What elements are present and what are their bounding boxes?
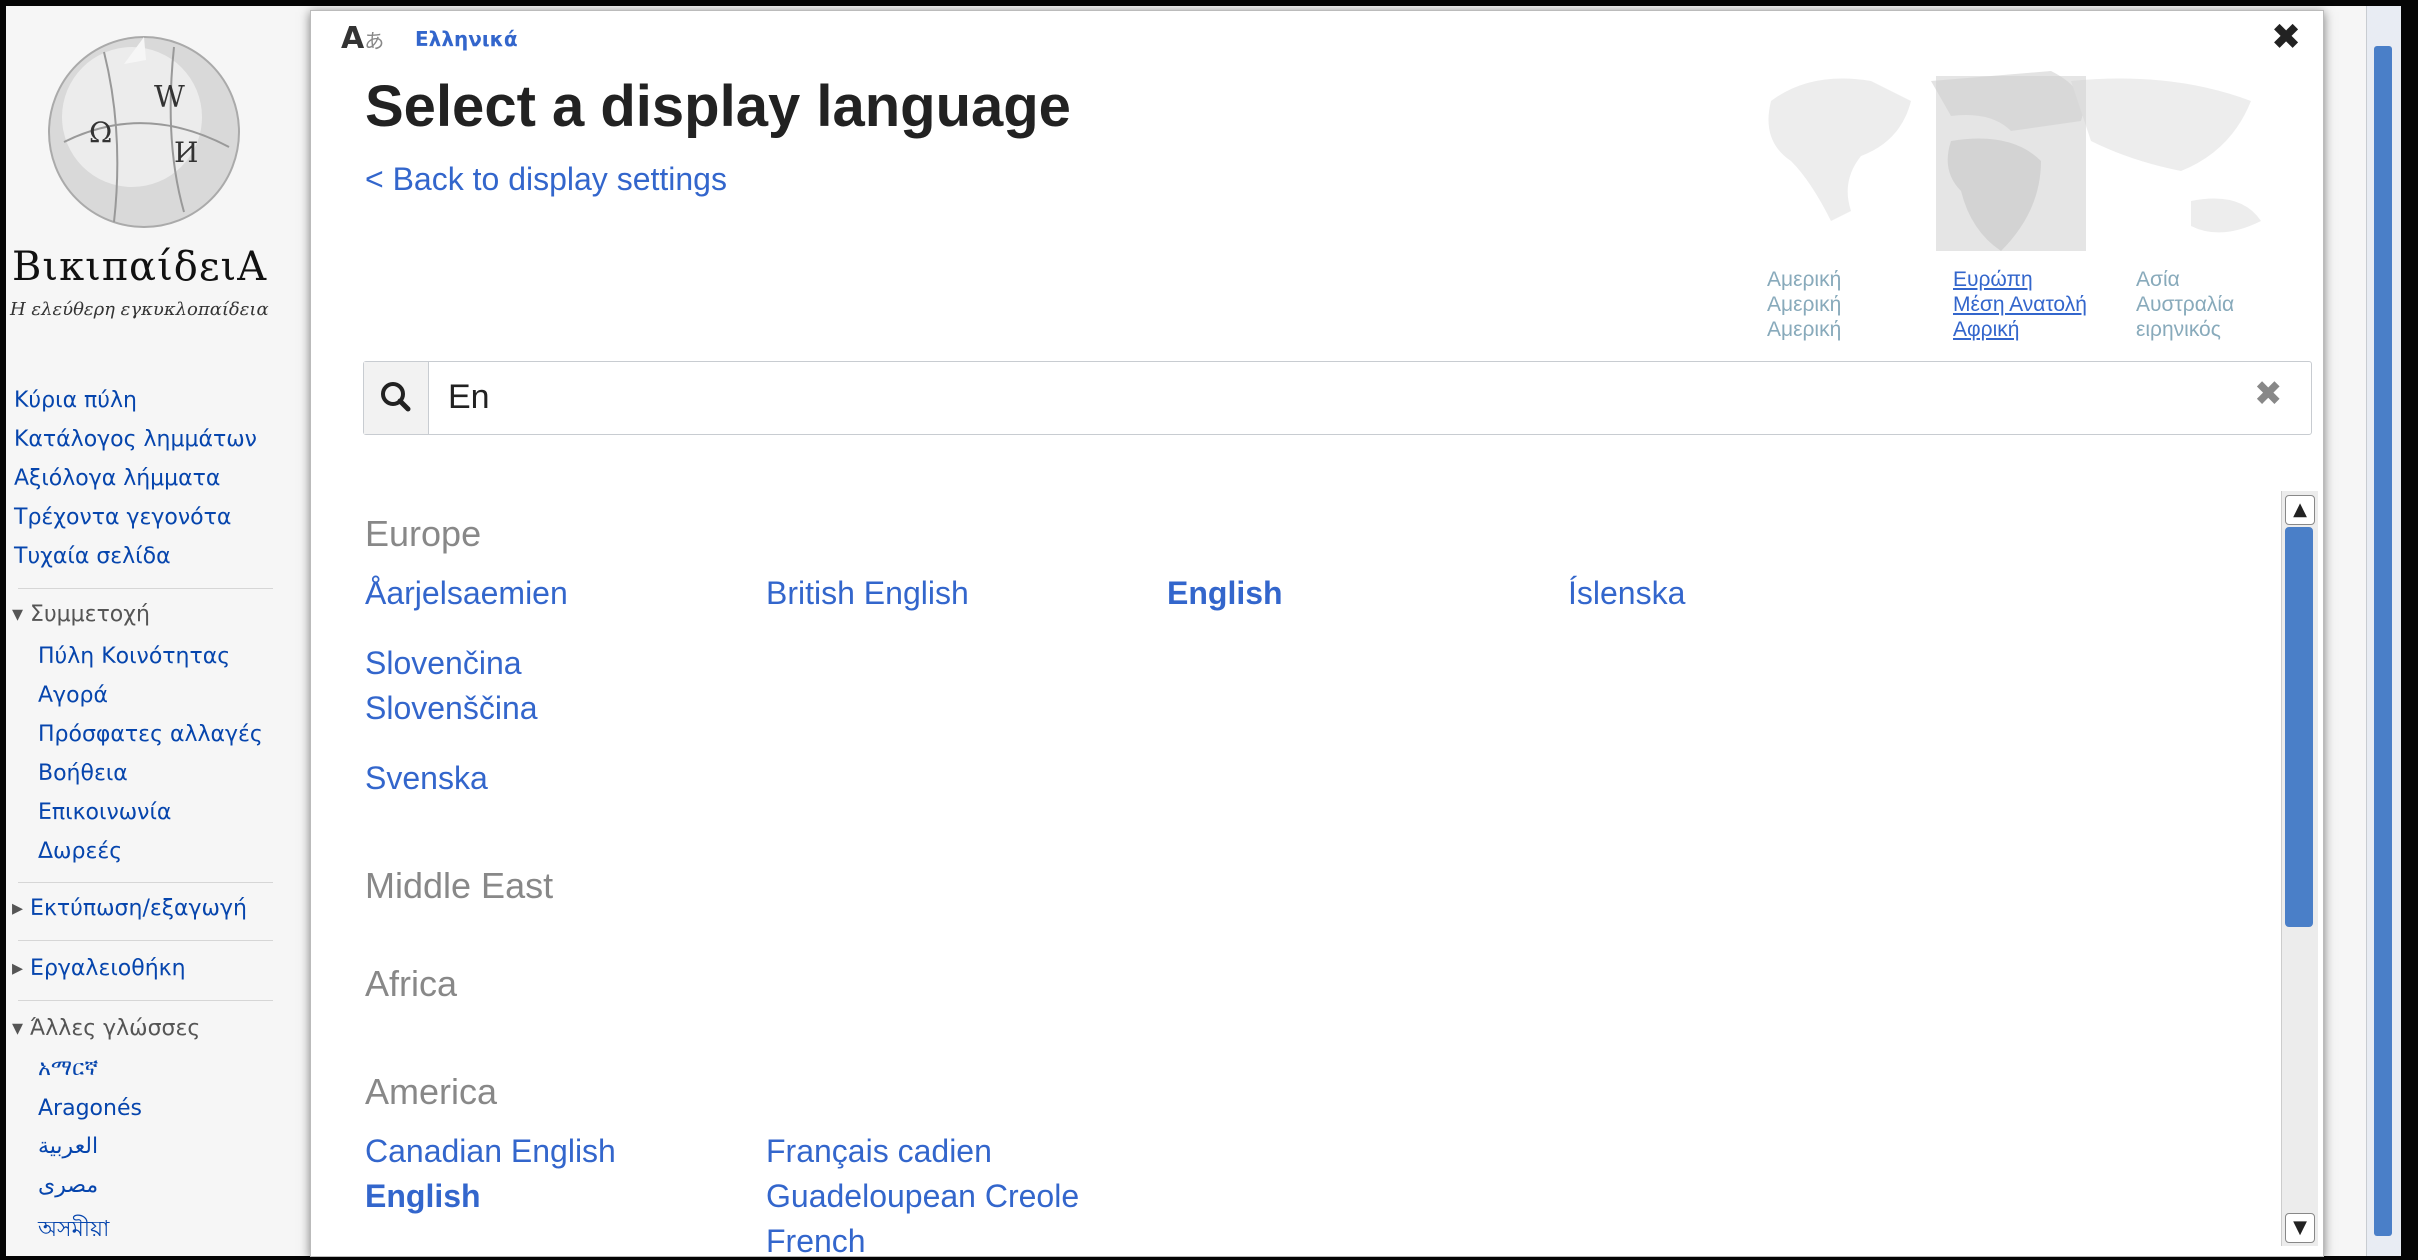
tools-label: Εργαλειοθήκη [30, 956, 186, 981]
language-option[interactable]: Slovenčina [365, 645, 522, 682]
language-option[interactable]: British English [766, 575, 969, 612]
group-heading-africa: Africa [365, 963, 458, 1004]
nav-participation-heading[interactable]: ▾ Συμμετοχή [12, 602, 150, 627]
nav-divider [18, 1000, 273, 1001]
scroll-up-icon[interactable]: ▲ [2285, 495, 2315, 525]
region-label: ειρηνικός [2136, 318, 2221, 341]
nav-village-pump[interactable]: Αγορά [38, 683, 108, 708]
wikipedia-tagline: Η ελεύθερη εγκυκλοπαίδεια [10, 299, 269, 320]
browser-scrollbar-thumb[interactable] [2374, 46, 2392, 1236]
wikipedia-wordmark: ΒικιπαίδειΑ [12, 244, 268, 290]
print-export-label: Εκτύπωση/εξαγωγή [30, 896, 247, 921]
results-scrollbar[interactable]: ▲ ▼ [2281, 491, 2318, 1246]
region-label: Μέση Ανατολή [1953, 293, 2087, 316]
nav-current-events[interactable]: Τρέχοντα γεγονότα [14, 505, 231, 530]
interlang-aragonese[interactable]: Aragonés [38, 1096, 142, 1121]
language-option[interactable]: French [766, 1223, 866, 1256]
wikipedia-globe-logo[interactable]: W Ω И [44, 32, 244, 242]
languages-heading-label: Άλλες γλώσσες [30, 1016, 201, 1041]
nav-random-page[interactable]: Τυχαία σελίδα [14, 544, 171, 569]
language-option[interactable]: Åarjelsaemien [365, 575, 568, 612]
nav-main-page[interactable]: Κύρια πύλη [14, 388, 137, 413]
nav-community-portal[interactable]: Πύλη Κοινότητας [38, 644, 230, 669]
svg-text:И: И [174, 136, 198, 169]
language-option[interactable]: English [1167, 575, 1283, 612]
nav-print-export[interactable]: ▸ Εκτύπωση/εξαγωγή [12, 896, 247, 921]
dialog-title: Select a display language [365, 74, 1071, 139]
scrollbar-thumb[interactable] [2285, 527, 2313, 927]
language-option[interactable]: Guadeloupean Creole [766, 1178, 1079, 1215]
language-option[interactable]: Svenska [365, 760, 488, 797]
region-europe-me-africa[interactable]: Ευρώπη Μέση Ανατολή Αφρική [1953, 267, 2087, 342]
close-icon[interactable]: ✖ [2271, 17, 2301, 58]
interlang-egyptian-arabic[interactable]: مصرى [38, 1173, 98, 1198]
sidebar: W Ω И ΒικιπαίδειΑ Η ελεύθερη εγκυκλοπαίδ… [6, 6, 306, 1256]
group-heading-america: America [365, 1071, 498, 1112]
region-label: Αμερική [1767, 318, 1842, 341]
nav-divider [18, 940, 273, 941]
group-heading-middle-east: Middle East [365, 865, 554, 906]
language-selector-dialog: Aあ Ελληνικά ✖ Select a display language … [310, 10, 2324, 1257]
region-label: Αμερική [1767, 293, 1842, 316]
interlang-arabic[interactable]: العربية [38, 1134, 98, 1159]
language-option[interactable]: Français cadien [766, 1133, 992, 1170]
nav-contact[interactable]: Επικοινωνία [38, 800, 171, 825]
nav-divider [18, 882, 273, 883]
region-label: Αυστραλία [2136, 293, 2235, 316]
interlang-assamese[interactable]: অসমীয়া [38, 1212, 109, 1249]
participation-heading-label: Συμμετοχή [30, 602, 150, 627]
search-icon [381, 382, 411, 412]
back-to-display-settings-link[interactable]: < Back to display settings [365, 161, 727, 198]
language-option[interactable]: Canadian English [365, 1133, 616, 1170]
nav-languages-heading[interactable]: ▾ Άλλες γλώσσες [12, 1016, 200, 1041]
interlang-amharic[interactable]: አማርኛ [38, 1056, 98, 1081]
nav-help[interactable]: Βοήθεια [38, 761, 128, 786]
region-label: Αφρική [1953, 318, 2020, 341]
current-language[interactable]: Ελληνικά [415, 27, 518, 51]
language-option[interactable]: Íslenska [1568, 575, 1685, 612]
nav-donations[interactable]: Δωρεές [38, 839, 122, 864]
svg-text:W: W [154, 80, 185, 115]
nav-featured[interactable]: Αξιόλογα λήμματα [14, 466, 220, 491]
nav-contents[interactable]: Κατάλογος λημμάτων [14, 427, 257, 452]
nav-recent-changes[interactable]: Πρόσφατες αλλαγές [38, 722, 263, 747]
language-option[interactable]: Slovenščina [365, 690, 538, 727]
region-asia-pacific[interactable]: Ασία Αυστραλία ειρηνικός [2136, 267, 2234, 342]
language-option[interactable]: English [365, 1178, 481, 1215]
language-results-list: Europe Åarjelsaemien British English Eng… [311, 491, 2276, 1256]
language-search-input[interactable] [436, 362, 2260, 432]
clear-search-icon[interactable]: ✖ [2254, 374, 2283, 414]
group-heading-europe: Europe [365, 513, 482, 554]
nav-divider [18, 588, 273, 589]
language-settings-icon: Aあ [341, 21, 385, 56]
region-americas[interactable]: Αμερική Αμερική Αμερική [1767, 267, 1841, 342]
nav-tools[interactable]: ▸ Εργαλειοθήκη [12, 956, 186, 981]
language-search-box: ✖ [363, 361, 2312, 435]
region-label: Ασία [2136, 268, 2180, 291]
region-label: Ευρώπη [1953, 268, 2033, 291]
search-button[interactable] [364, 362, 429, 434]
scroll-down-icon[interactable]: ▼ [2285, 1213, 2315, 1243]
world-map-icon [1768, 71, 2261, 251]
svg-text:Ω: Ω [89, 116, 112, 149]
region-label: Αμερική [1767, 268, 1842, 291]
